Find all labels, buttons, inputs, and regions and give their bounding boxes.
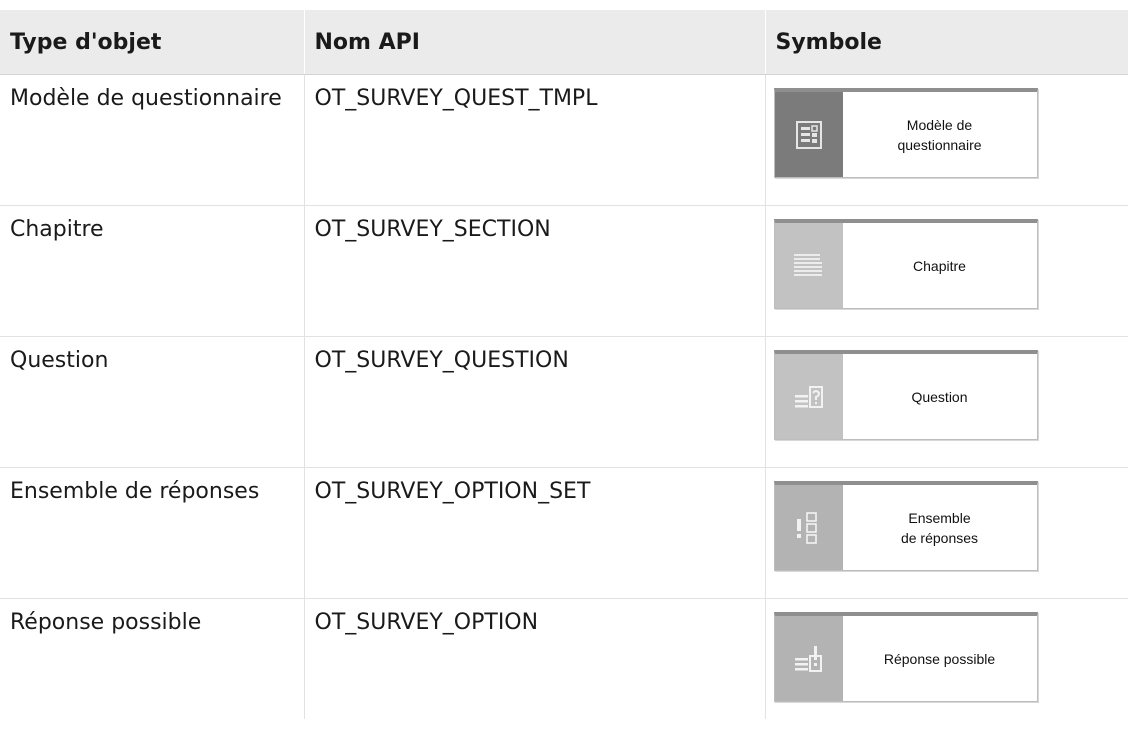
questionnaire-template-icon [774,92,843,177]
symbol-label: Question [911,388,968,405]
symbol-cell: Réponse possible [764,598,1128,719]
symbol-label: Modèle de questionnaire [897,116,982,153]
api-cell: OT_SURVEY_QUEST_TMPL [303,74,765,206]
symbol-box: Chapitre [773,219,1038,309]
type-cell: Ensemble de réponses [0,467,304,599]
api-cell: OT_SURVEY_QUESTION [303,336,765,468]
table-row: Chapitre OT_SURVEY_SECTION Chapitre [0,205,1128,337]
api-cell: OT_SURVEY_OPTION [303,598,765,719]
symbol-cell: Modèle de questionnaire [764,74,1128,206]
type-cell: Réponse possible [10,610,202,635]
symbol-box: Question [773,350,1038,440]
column-header-type: Type d'objet [0,10,304,75]
column-header-symbol: Symbole [764,10,1128,75]
symbol-label: Chapitre [913,257,966,274]
type-cell: Question [0,336,304,468]
symbol-box: Ensemble de réponses [773,481,1038,571]
object-type-table: Type d'objet Nom API Symbole Modèle de q… [0,10,1128,719]
option-set-icon [774,485,843,570]
option-icon [774,616,843,701]
symbol-cell: Chapitre [764,205,1128,337]
question-icon [774,354,843,439]
api-cell: OT_SURVEY_SECTION [303,205,765,337]
symbol-box: Modèle de questionnaire [773,88,1038,178]
symbol-cell: Question [764,336,1128,468]
table-row: Question OT_SURVEY_QUESTION Question [0,336,1128,468]
type-cell: Chapitre [0,205,304,337]
type-cell: Modèle de questionnaire [0,74,304,206]
symbol-box: Réponse possible [773,612,1038,702]
table-row: Réponse possible OT_SURVEY_OPTION Répons… [0,598,1128,719]
table-row: Ensemble de réponses OT_SURVEY_OPTION_SE… [0,467,1128,599]
table-row: Modèle de questionnaire OT_SURVEY_QUEST_… [0,74,1128,206]
symbol-label: Ensemble de réponses [900,509,979,546]
column-header-api: Nom API [303,10,765,75]
table-header-row: Type d'objet Nom API Symbole [0,10,1128,75]
symbol-cell: Ensemble de réponses [764,467,1128,599]
chapter-lines-icon [774,223,843,308]
symbol-label: Réponse possible [883,650,996,667]
api-cell: OT_SURVEY_OPTION_SET [303,467,765,599]
